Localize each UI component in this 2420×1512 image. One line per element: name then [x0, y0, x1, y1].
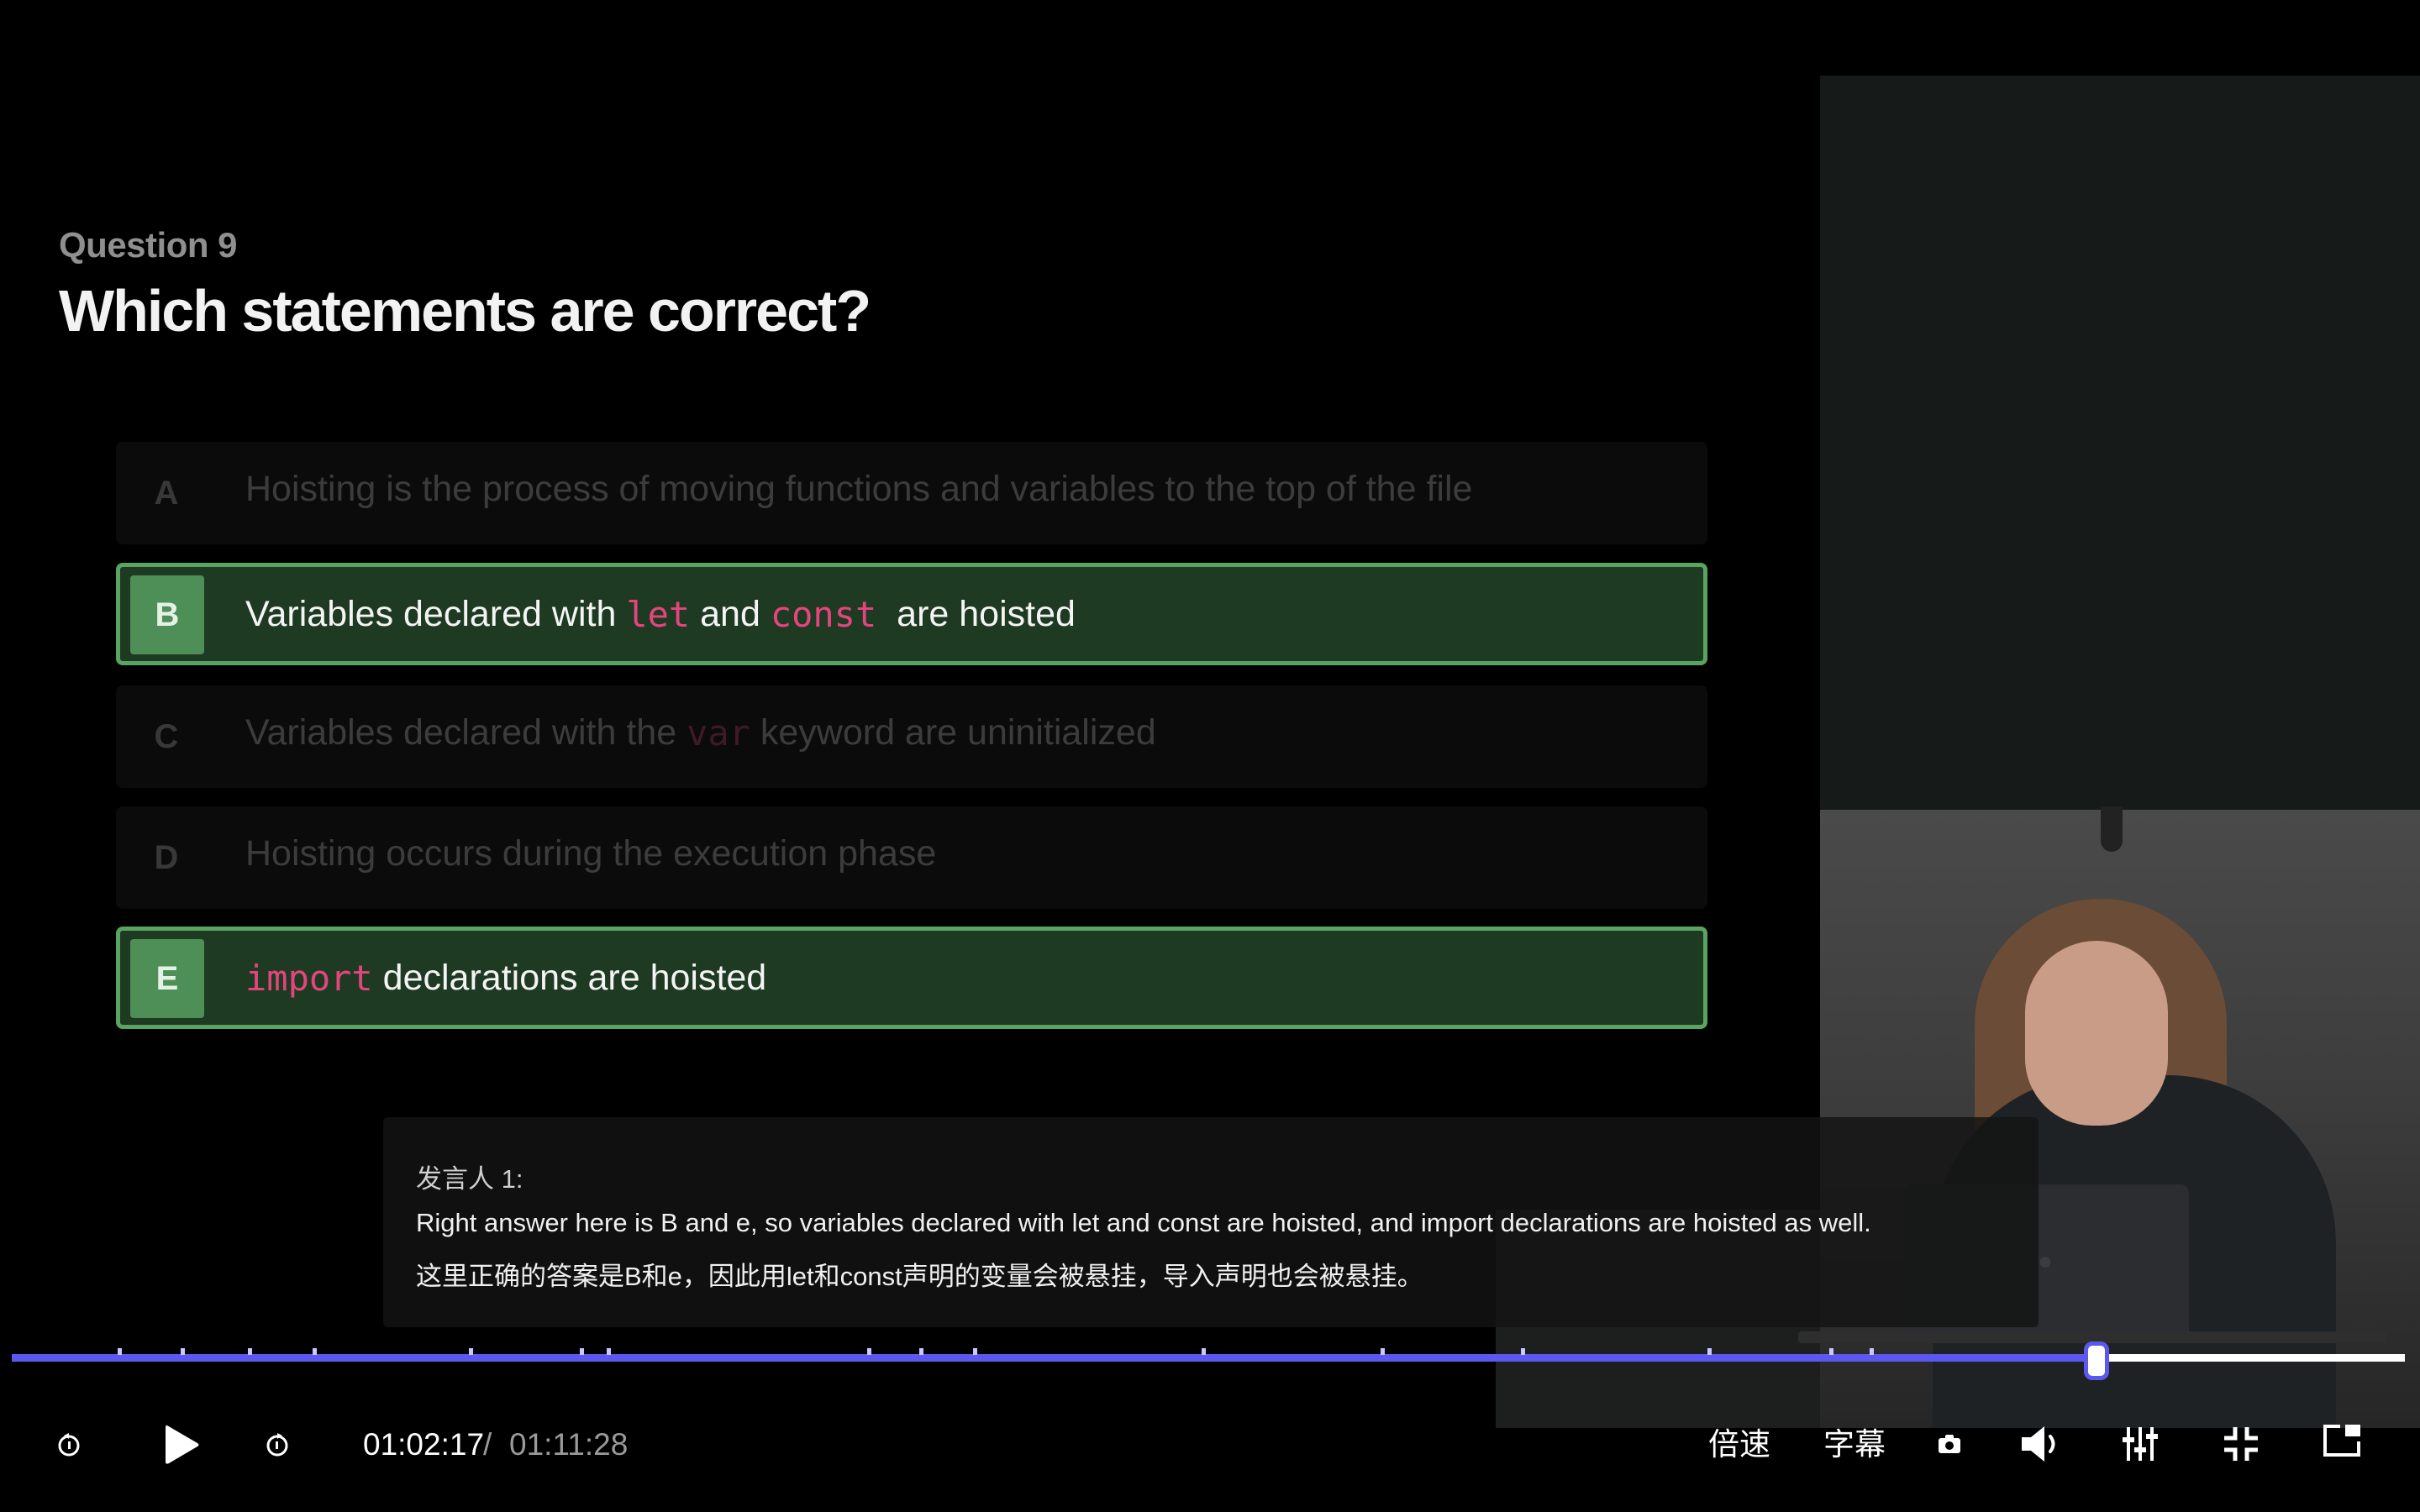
settings-sliders-icon[interactable] [2121, 1425, 2160, 1463]
chapter-marker[interactable] [1707, 1348, 1712, 1355]
camera-icon[interactable] [1935, 1431, 1964, 1457]
background-panel [1820, 76, 2420, 810]
chapter-marker[interactable] [867, 1348, 871, 1355]
chapter-marker[interactable] [607, 1348, 611, 1355]
progress-played [12, 1354, 2096, 1362]
code-keyword: var [687, 711, 750, 753]
option-text: Hoisting is the process of moving functi… [245, 468, 1473, 509]
laptop-logo-icon: ● [2038, 1247, 2054, 1275]
chapter-marker[interactable] [973, 1348, 977, 1355]
subtitle-button[interactable]: 字幕 [1823, 1427, 1886, 1462]
option-letter: C [154, 717, 179, 755]
code-keyword: import [245, 957, 373, 999]
play-icon[interactable] [161, 1421, 203, 1468]
option-e: E import declarations are hoisted [116, 927, 1707, 1029]
total-time: 01:11:28 [509, 1427, 629, 1462]
chapter-marker[interactable] [118, 1348, 122, 1355]
picture-in-picture-icon[interactable] [2321, 1421, 2363, 1460]
progress-thumb[interactable] [2083, 1341, 2109, 1380]
chapter-marker[interactable] [919, 1348, 923, 1355]
forward-icon[interactable] [262, 1430, 292, 1460]
option-letter: E [130, 939, 204, 1018]
chapter-marker[interactable] [1870, 1348, 1874, 1355]
chapter-marker[interactable] [313, 1348, 317, 1355]
subtitle-chinese: 这里正确的答案是B和e，因此用let和const声明的变量会被悬挂，导入声明也会… [416, 1262, 1423, 1291]
option-letter: B [130, 575, 204, 654]
video-player[interactable]: ● Question 9 Which statements are correc… [0, 0, 2420, 1512]
chapter-marker[interactable] [580, 1348, 584, 1355]
option-letter: A [154, 474, 179, 512]
chapter-marker[interactable] [1829, 1348, 1833, 1355]
option-text: import declarations are hoisted [245, 957, 767, 999]
option-text: Variables declared with let and const ar… [245, 593, 1076, 635]
rewind-icon[interactable] [54, 1430, 84, 1460]
current-time: 01:02:17 [363, 1427, 485, 1462]
option-a: A Hoisting is the process of moving func… [116, 442, 1707, 544]
option-text: Variables declared with the var keyword … [245, 711, 1156, 753]
microphone [2101, 806, 2123, 852]
subtitle-speaker: 发言人 1: [416, 1164, 523, 1194]
chapter-marker[interactable] [1202, 1348, 1206, 1355]
option-text: Hoisting occurs during the execution pha… [245, 832, 937, 874]
option-d: D Hoisting occurs during the execution p… [116, 806, 1707, 909]
volume-icon[interactable] [2018, 1423, 2062, 1465]
chapter-marker[interactable] [248, 1348, 252, 1355]
option-c: C Variables declared with the var keywor… [116, 685, 1707, 788]
code-keyword: const [770, 593, 877, 635]
option-b: B Variables declared with let and const … [116, 563, 1707, 665]
question-title: Which statements are correct? [59, 278, 871, 344]
speed-button[interactable]: 倍速 [1708, 1427, 1770, 1462]
chapter-marker[interactable] [469, 1348, 473, 1355]
chapter-marker[interactable] [1381, 1348, 1385, 1355]
option-letter: D [154, 838, 179, 876]
presenter-face [2025, 941, 2168, 1126]
subtitle-english: Right answer here is B and e, so variabl… [416, 1208, 1871, 1237]
question-number: Question 9 [59, 225, 238, 265]
code-keyword: let [626, 593, 691, 635]
time-separator: / [483, 1427, 492, 1462]
exit-fullscreen-icon[interactable] [2222, 1425, 2260, 1463]
chapter-marker[interactable] [181, 1348, 185, 1355]
chapter-marker[interactable] [1521, 1348, 1525, 1355]
